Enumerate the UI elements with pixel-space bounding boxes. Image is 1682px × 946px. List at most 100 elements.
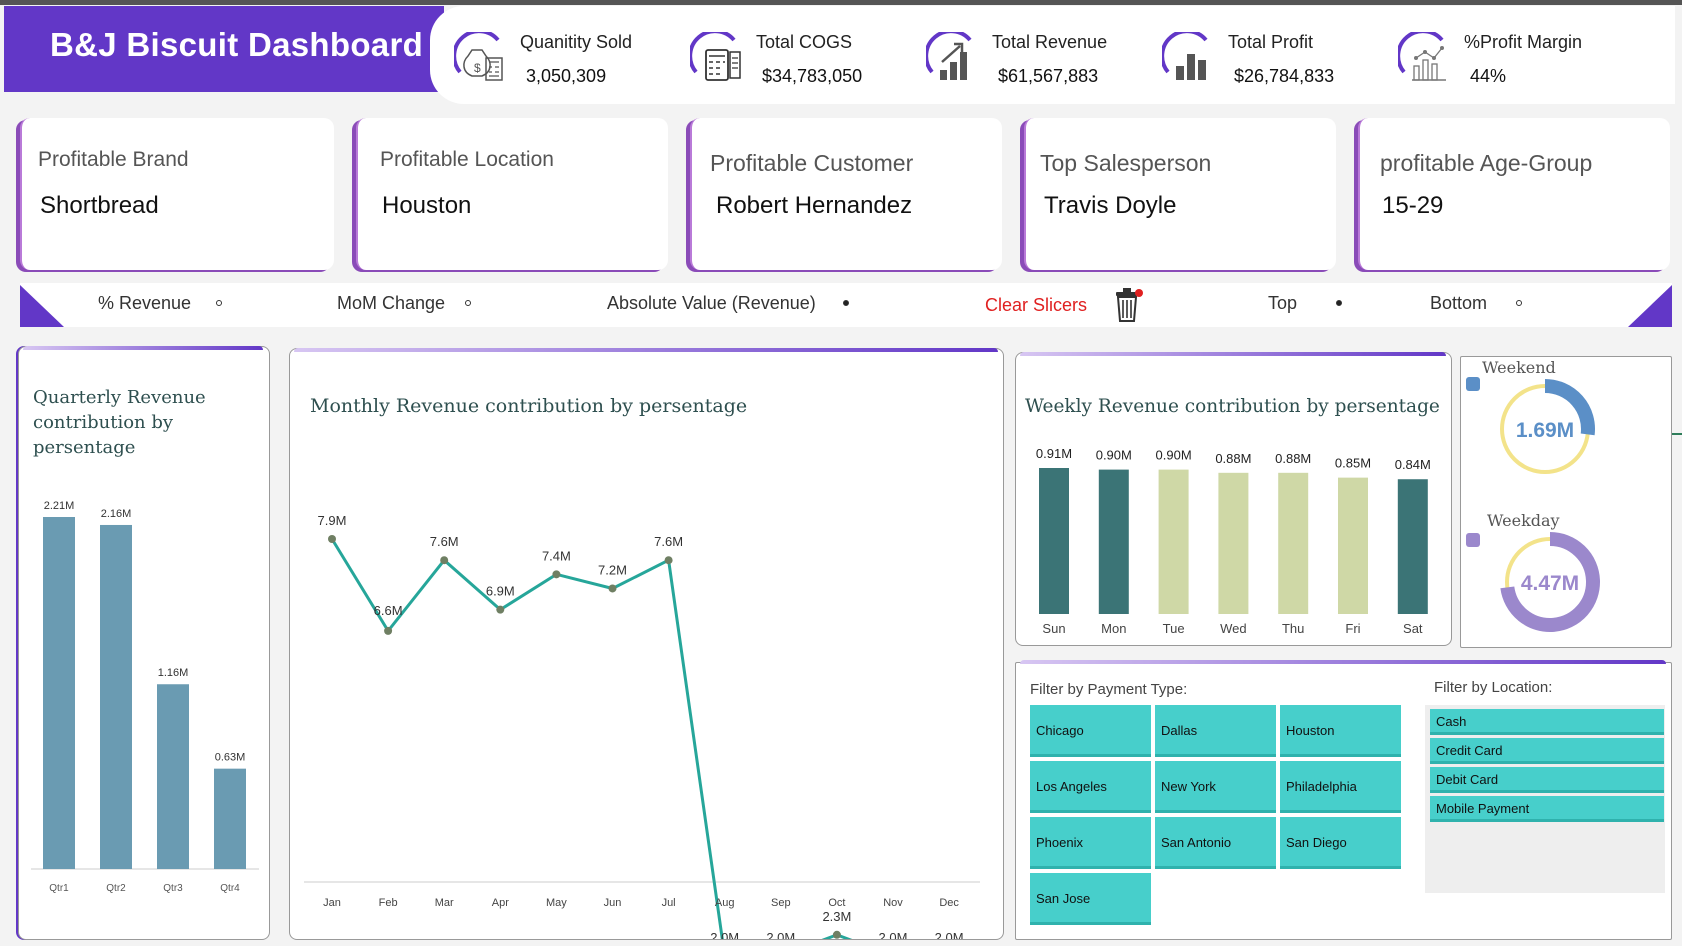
data-label: 7.6M bbox=[654, 534, 683, 549]
quarterly-bar-chart: 2.21M Qtr1 2.16M Qtr2 1.16M Qtr3 0.63M Qtr4 bbox=[31, 500, 259, 894]
card-value: Robert Hernandez bbox=[716, 192, 913, 219]
payment-slicer-item[interactable]: Philadelphia bbox=[1280, 761, 1401, 813]
bar-data-label: 0.90M bbox=[1096, 448, 1132, 463]
card-value: Shortbread bbox=[40, 192, 159, 219]
bar bbox=[43, 517, 75, 869]
card-profitable-customer: Profitable Customer Robert Hernandez bbox=[690, 118, 1002, 270]
weekly-bar-chart: 0.91M Sun 0.90M Mon 0.90M Tue 0.88M Wed 0.88M Thu… bbox=[1036, 446, 1431, 636]
payment-slicer-item[interactable]: Dallas bbox=[1155, 705, 1276, 757]
x-tick-label: Qtr1 bbox=[49, 883, 69, 894]
x-tick-label: Jul bbox=[662, 897, 676, 909]
data-point bbox=[496, 605, 505, 614]
option-absolute-value-label[interactable]: Absolute Value (Revenue) bbox=[607, 293, 816, 314]
x-tick-label: Qtr3 bbox=[163, 883, 183, 894]
card-profitable-location: Profitable Location Houston bbox=[356, 118, 668, 270]
x-tick-label: Tue bbox=[1163, 621, 1185, 636]
card-top-salesperson: Top Salesperson Travis Doyle bbox=[1024, 118, 1336, 270]
location-filter-title: Filter by Location: bbox=[1434, 679, 1553, 696]
option-top-label[interactable]: Top bbox=[1268, 293, 1297, 314]
x-tick-label: Sun bbox=[1042, 621, 1065, 636]
clear-slicers-button[interactable]: Clear Slicers bbox=[985, 295, 1087, 316]
bar-data-label: 2.16M bbox=[101, 508, 132, 520]
location-slicer-item[interactable]: Credit Card bbox=[1430, 738, 1664, 764]
bar-data-label: 0.88M bbox=[1215, 451, 1251, 466]
bar bbox=[1278, 472, 1309, 614]
option-mom-change-label[interactable]: MoM Change bbox=[337, 293, 445, 314]
card-profitable-age-group: profitable Age-Group 15-29 bbox=[1358, 118, 1670, 270]
card-profitable-brand: Profitable Brand Shortbread bbox=[20, 118, 334, 270]
payment-slicer-item[interactable]: San Antonio bbox=[1155, 817, 1276, 869]
data-label: 2.0M bbox=[766, 930, 795, 939]
weekly-panel: Weekly Revenue contribution by persentag… bbox=[1015, 352, 1452, 646]
data-point bbox=[608, 584, 617, 593]
data-label: 2.0M bbox=[935, 930, 964, 939]
x-tick-label: Qtr2 bbox=[106, 883, 126, 894]
card-value: 15-29 bbox=[1382, 192, 1444, 219]
payment-slicer-item[interactable]: Los Angeles bbox=[1030, 761, 1151, 813]
card-title: Profitable Brand bbox=[38, 148, 189, 171]
bar bbox=[1218, 472, 1249, 614]
bar bbox=[1397, 479, 1428, 614]
trash-icon[interactable] bbox=[1110, 286, 1146, 324]
data-point bbox=[328, 535, 336, 543]
data-label: 6.6M bbox=[374, 603, 403, 618]
x-tick-label: Mar bbox=[435, 897, 454, 909]
x-tick-label: Thu bbox=[1282, 621, 1304, 636]
option-bottom-radio[interactable] bbox=[1516, 300, 1522, 306]
data-label: 2.0M bbox=[710, 930, 739, 939]
payment-slicer-item[interactable]: San Diego bbox=[1280, 817, 1401, 869]
location-slicer-item[interactable]: Cash bbox=[1430, 709, 1664, 735]
quarterly-panel: Quarterly Revenue contribution by persen… bbox=[18, 346, 270, 940]
x-tick-label: Aug bbox=[715, 897, 735, 909]
kpi-label: Total Profit bbox=[1228, 32, 1314, 52]
bar-data-label: 0.90M bbox=[1156, 448, 1192, 463]
data-point bbox=[552, 570, 561, 579]
location-slicer-item[interactable]: Debit Card bbox=[1430, 767, 1664, 793]
payment-slicer-item[interactable]: Phoenix bbox=[1030, 817, 1151, 869]
payment-slicer-item[interactable]: San Jose bbox=[1030, 873, 1151, 925]
bar bbox=[1338, 477, 1368, 614]
register-receipt-icon bbox=[690, 32, 741, 81]
option-revenue-pct-label[interactable]: % Revenue bbox=[98, 293, 191, 314]
data-label: 7.4M bbox=[542, 548, 571, 563]
analytics-chart-icon bbox=[1398, 32, 1446, 81]
bar bbox=[1158, 469, 1189, 614]
kpi-label: Total Revenue bbox=[992, 32, 1108, 52]
strip-left-triangle bbox=[20, 285, 64, 327]
data-label: 2.3M bbox=[822, 909, 851, 924]
card-title: profitable Age-Group bbox=[1380, 150, 1593, 176]
kpi-value: $34,783,050 bbox=[762, 66, 863, 86]
bar-growth-arrow-icon bbox=[926, 32, 972, 80]
option-bottom-label[interactable]: Bottom bbox=[1430, 293, 1487, 314]
bar-data-label: 2.21M bbox=[44, 500, 75, 512]
bar-data-label: 0.88M bbox=[1275, 451, 1311, 466]
title-banner: B&J Biscuit Dashboard bbox=[4, 6, 444, 92]
payment-slicer-item[interactable]: Chicago bbox=[1030, 705, 1151, 757]
filter-panel: Filter by Payment Type: Filter by Locati… bbox=[1015, 660, 1672, 940]
x-tick-label: Jun bbox=[604, 897, 622, 909]
data-point bbox=[832, 930, 841, 939]
card-value: Houston bbox=[382, 192, 472, 219]
card-title: Profitable Location bbox=[380, 148, 554, 171]
bar bbox=[1098, 469, 1129, 614]
payment-filter-title: Filter by Payment Type: bbox=[1030, 681, 1188, 698]
x-tick-label: Apr bbox=[492, 897, 509, 909]
x-tick-label: Jan bbox=[323, 897, 341, 909]
x-tick-label: Feb bbox=[379, 897, 398, 909]
kpi-label: %Profit Margin bbox=[1464, 32, 1583, 52]
top-border bbox=[0, 0, 1682, 5]
option-mom-change-radio[interactable] bbox=[465, 300, 471, 306]
x-tick-label: Oct bbox=[828, 897, 845, 909]
svg-text:$: $ bbox=[474, 61, 481, 75]
card-title: Profitable Customer bbox=[710, 150, 914, 176]
location-slicer-item[interactable]: Mobile Payment bbox=[1430, 796, 1664, 822]
option-revenue-pct-radio[interactable] bbox=[216, 300, 222, 306]
payment-slicer-item[interactable]: New York bbox=[1155, 761, 1276, 813]
kpi-strip: $ Quanitity Sold 3,050,309 Total COGS $3… bbox=[430, 6, 1675, 104]
data-label: 7.2M bbox=[598, 562, 627, 577]
payment-slicer-item[interactable]: Houston bbox=[1280, 705, 1401, 757]
dashboard-title: B&J Biscuit Dashboard bbox=[50, 26, 424, 63]
bar-data-label: 0.85M bbox=[1335, 456, 1371, 471]
option-absolute-value-radio[interactable] bbox=[843, 300, 849, 306]
option-top-radio[interactable] bbox=[1336, 300, 1342, 306]
